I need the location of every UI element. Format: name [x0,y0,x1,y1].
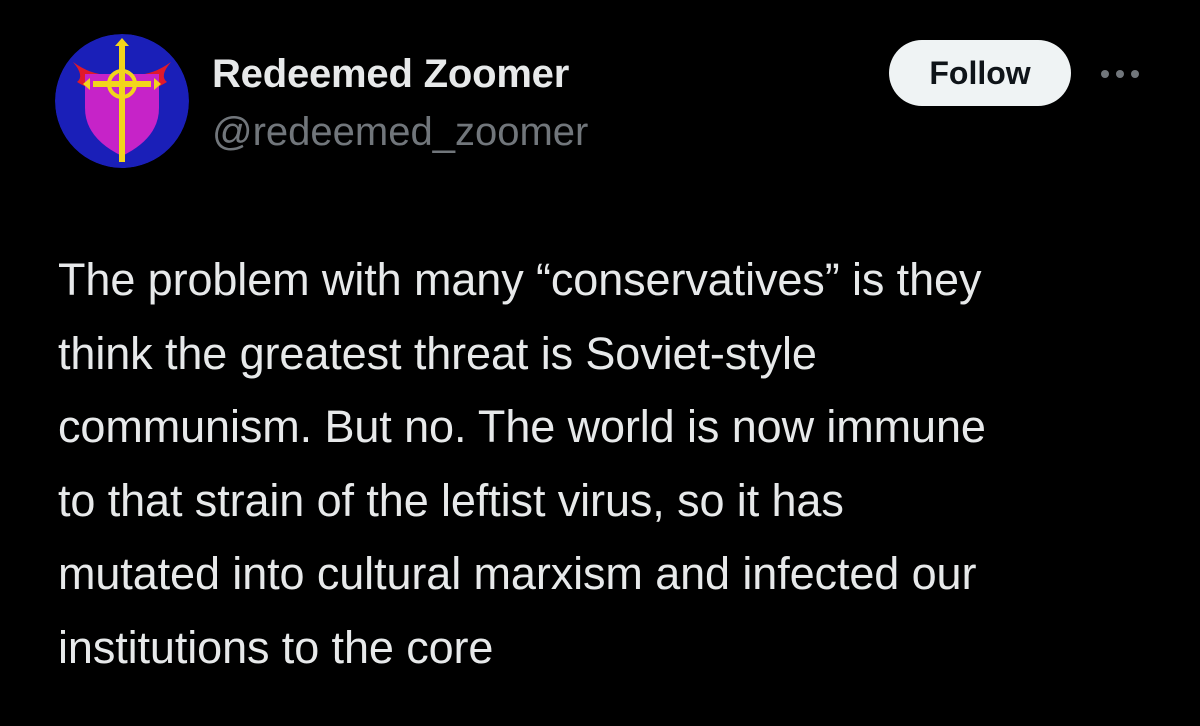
post-text-line: institutions to the core [58,621,494,673]
more-horizontal-icon [1101,70,1139,78]
user-handle[interactable]: @redeemed_zoomer [212,108,588,156]
display-name[interactable]: Redeemed Zoomer [212,50,588,98]
post-text-line: communism. But no. The world is now immu… [58,401,986,452]
post-text-line: The problem with many “conservatives” is… [58,254,982,305]
post-text-line: think the greatest threat is Soviet-styl… [58,327,817,379]
post-text-line: to that strain of the leftist virus, so … [58,474,844,526]
post-body: The problem with many “conservatives” is… [58,243,1168,684]
post-text-line: mutated into cultural marxism and infect… [58,548,977,599]
more-options-button[interactable] [1094,58,1146,90]
author-info: Redeemed Zoomer @redeemed_zoomer [212,50,588,156]
cross-shield-icon [55,34,189,168]
follow-button[interactable]: Follow [889,40,1071,106]
post-card: Redeemed Zoomer @redeemed_zoomer Follow … [0,0,1200,726]
avatar[interactable] [55,34,189,168]
